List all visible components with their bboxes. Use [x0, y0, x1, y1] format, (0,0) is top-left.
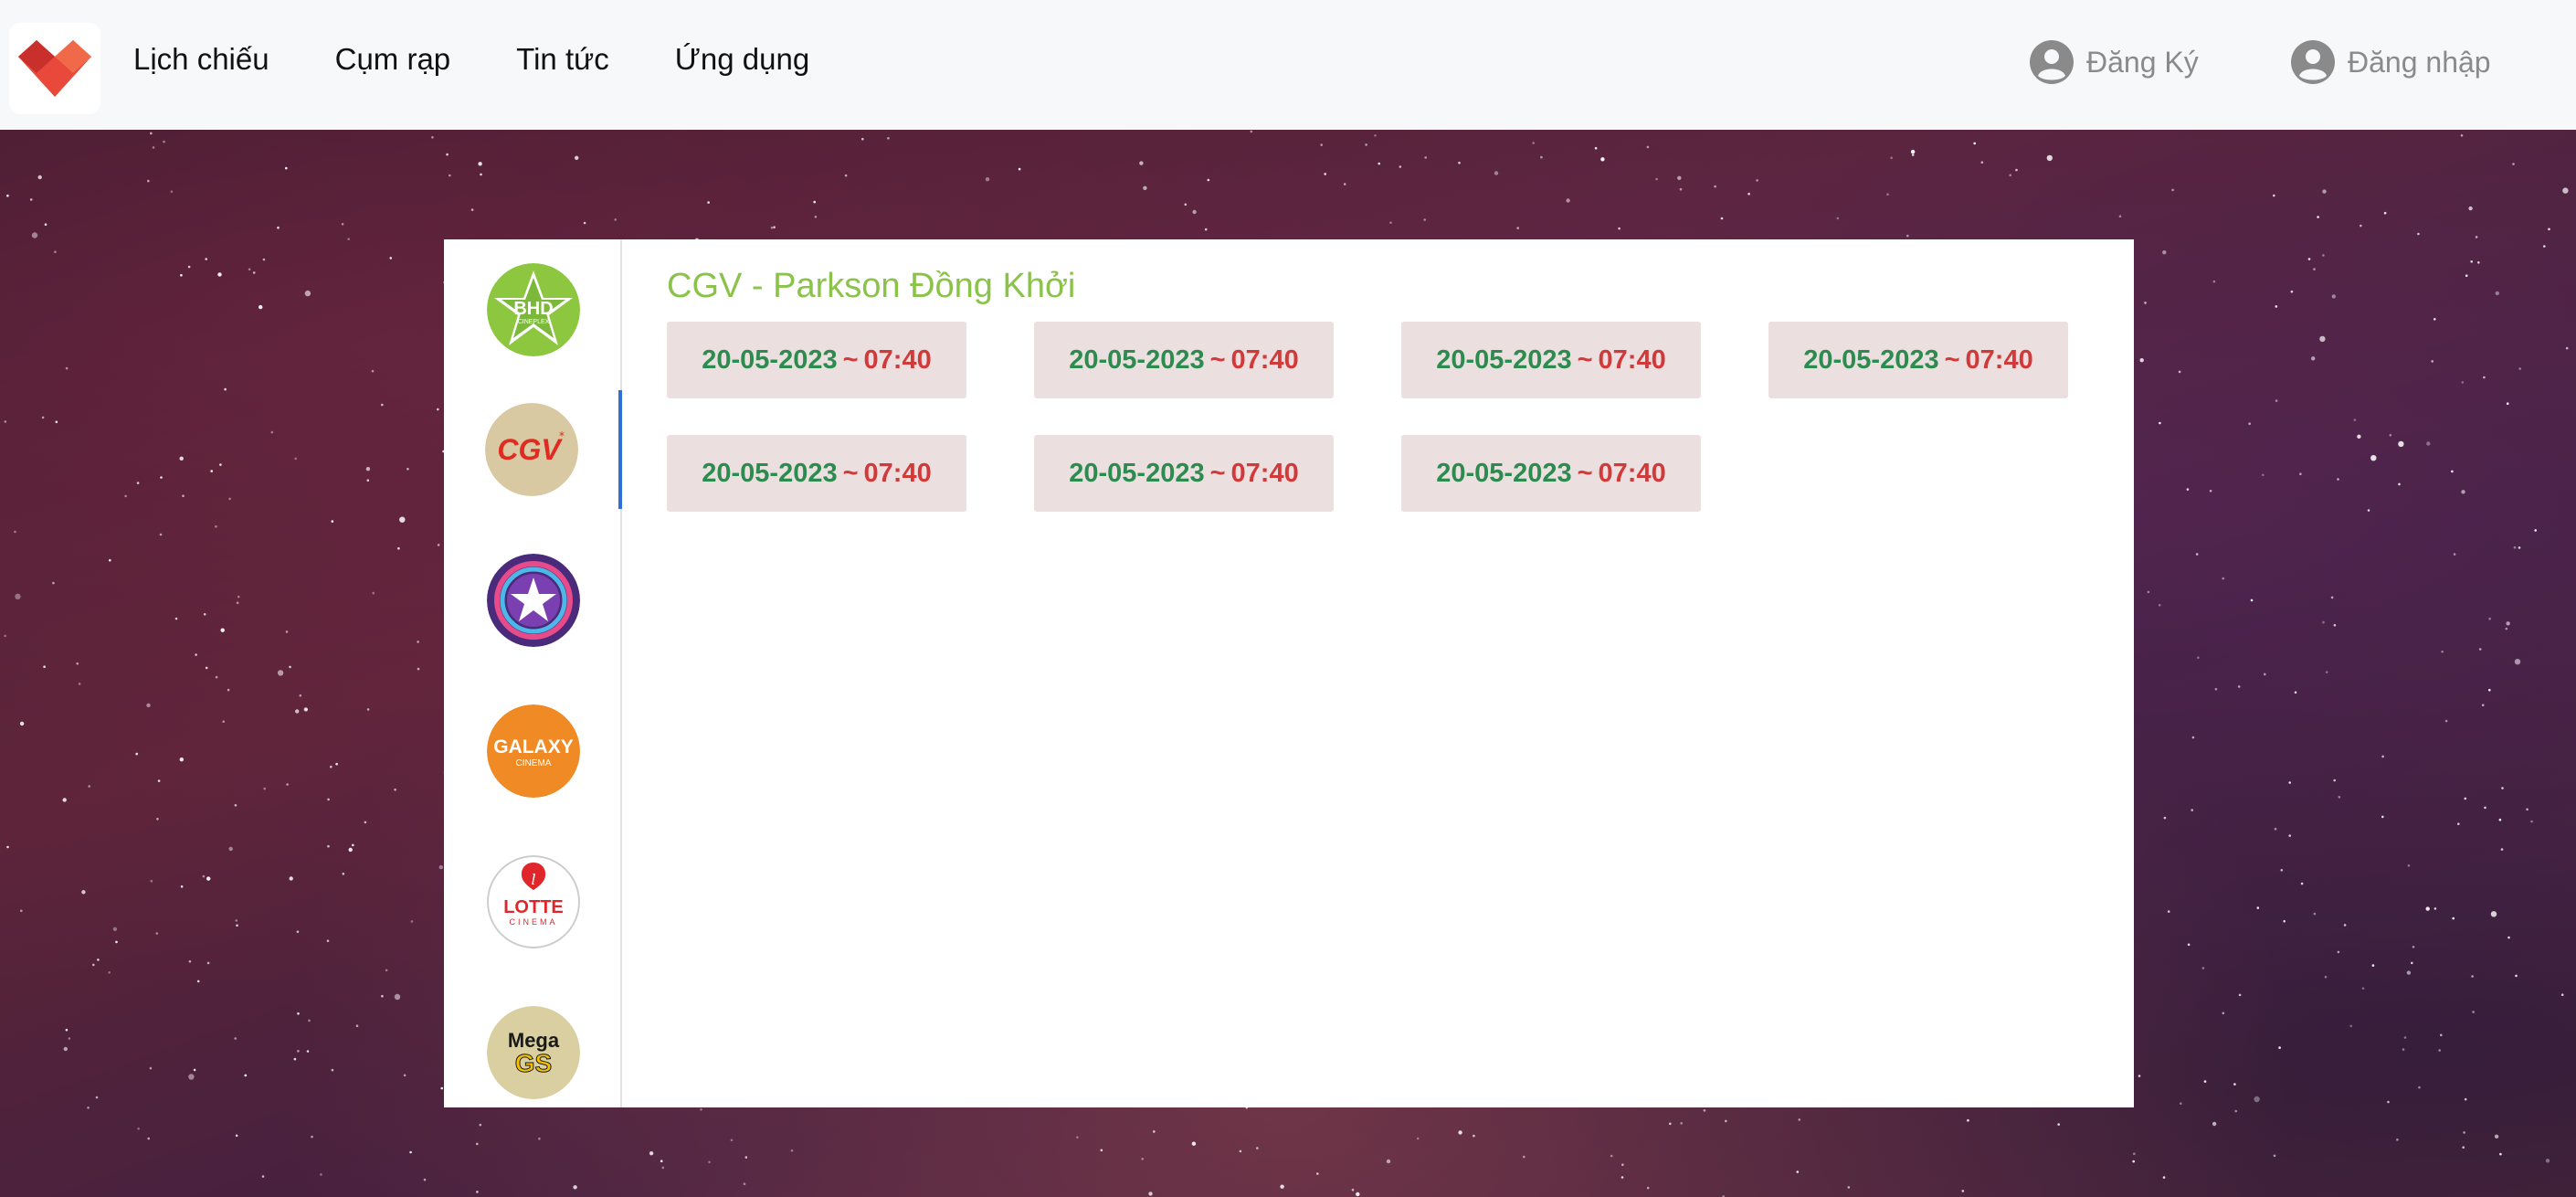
- cinema-brand-list: BHD CINEPLEX CGV * GALAXY CINEMA l LOTTE…: [444, 239, 622, 1107]
- brand-item-cgv[interactable]: CGV *: [444, 390, 622, 509]
- nav-cinemas[interactable]: Cụm rạp: [335, 42, 451, 77]
- showtime-date: 20-05-2023: [1069, 458, 1205, 488]
- svg-text:CGV: CGV: [497, 433, 563, 466]
- showtime-separator: ~: [1209, 344, 1226, 375]
- showtime-button[interactable]: 20-05-2023 ~07:40: [1768, 322, 2068, 398]
- register-button[interactable]: Đăng Ký: [2030, 37, 2199, 88]
- showtime-separator: ~: [1209, 458, 1226, 488]
- nav-news[interactable]: Tin tức: [516, 42, 609, 77]
- showtime-separator: ~: [1944, 344, 1960, 375]
- svg-text:LOTTE: LOTTE: [503, 897, 564, 917]
- site-logo[interactable]: [9, 23, 100, 114]
- showtime-button[interactable]: 20-05-2023 ~07:40: [1034, 435, 1334, 512]
- showtime-separator: ~: [842, 458, 859, 488]
- showtime-separator: ~: [1577, 458, 1593, 488]
- showtime-button[interactable]: 20-05-2023 ~07:40: [667, 322, 966, 398]
- login-label: Đăng nhập: [2348, 45, 2491, 79]
- showtime-button[interactable]: 20-05-2023 ~07:40: [1401, 435, 1701, 512]
- nav-showtimes[interactable]: Lịch chiếu: [133, 42, 269, 77]
- showtime-date: 20-05-2023: [1069, 344, 1205, 375]
- showtime-button[interactable]: 20-05-2023 ~07:40: [667, 435, 966, 512]
- showtime-time: 07:40: [1965, 344, 2033, 375]
- showtime-button[interactable]: 20-05-2023 ~07:40: [1034, 322, 1334, 398]
- showtime-panel: BHD CINEPLEX CGV * GALAXY CINEMA l LOTTE…: [444, 239, 2134, 1107]
- showtime-date: 20-05-2023: [1436, 458, 1572, 488]
- showtime-time: 07:40: [1598, 458, 1666, 488]
- showtime-time: 07:40: [863, 458, 932, 488]
- user-avatar-icon: [2030, 40, 2074, 84]
- nav-apps[interactable]: Ứng dụng: [675, 42, 809, 77]
- svg-text:l: l: [531, 871, 535, 888]
- brand-item-megags[interactable]: Mega GS: [444, 993, 622, 1112]
- galaxy-logo-icon: GALAXY CINEMA: [486, 704, 580, 798]
- showtime-date: 20-05-2023: [1436, 344, 1572, 375]
- showtime-content: CGV - Parkson Đồng Khởi 20-05-2023 ~07:40…: [667, 267, 2068, 512]
- brand-item-lotte[interactable]: l LOTTE CINEMA: [444, 842, 622, 961]
- main-nav: Lịch chiếu Cụm rạp Tin tức Ứng dụng: [133, 0, 875, 119]
- svg-text:GALAXY: GALAXY: [493, 736, 574, 757]
- svg-text:CINEPLEX: CINEPLEX: [517, 319, 549, 325]
- showtime-date: 20-05-2023: [1803, 344, 1939, 375]
- showtime-separator: ~: [1577, 344, 1593, 375]
- lotte-logo-icon: l LOTTE CINEMA: [486, 855, 580, 948]
- showtime-time: 07:40: [1598, 344, 1666, 375]
- showtime-time: 07:40: [1230, 458, 1299, 488]
- bhd-star-logo-icon: BHD CINEPLEX: [486, 263, 580, 356]
- svg-text:CINEMA: CINEMA: [515, 758, 551, 768]
- brand-item-galaxy[interactable]: GALAXY CINEMA: [444, 692, 622, 810]
- showtime-date: 20-05-2023: [702, 458, 838, 488]
- showtime-time: 07:40: [863, 344, 932, 375]
- cgv-logo-icon: CGV *: [484, 403, 578, 496]
- cinema-title: CGV - Parkson Đồng Khởi: [667, 267, 1076, 305]
- heart-logo-icon: [18, 40, 91, 97]
- svg-text:GS: GS: [514, 1049, 551, 1077]
- showtime-time: 07:40: [1230, 344, 1299, 375]
- top-navbar: Lịch chiếu Cụm rạp Tin tức Ứng dụng Đăng…: [0, 0, 2576, 130]
- brand-item-bhd[interactable]: BHD CINEPLEX: [444, 250, 622, 369]
- megags-logo-icon: Mega GS: [486, 1006, 580, 1099]
- register-label: Đăng Ký: [2086, 45, 2199, 79]
- login-button[interactable]: Đăng nhập: [2291, 37, 2491, 88]
- svg-text:*: *: [559, 429, 565, 442]
- user-avatar-icon: [2291, 40, 2335, 84]
- showtime-separator: ~: [842, 344, 859, 375]
- showtime-date: 20-05-2023: [702, 344, 838, 375]
- cinestar-logo-icon: [486, 554, 580, 647]
- showtime-button[interactable]: 20-05-2023 ~07:40: [1401, 322, 1701, 398]
- brand-item-cinestar[interactable]: [444, 541, 622, 660]
- svg-text:CINEMA: CINEMA: [509, 917, 557, 927]
- svg-text:BHD: BHD: [513, 299, 553, 319]
